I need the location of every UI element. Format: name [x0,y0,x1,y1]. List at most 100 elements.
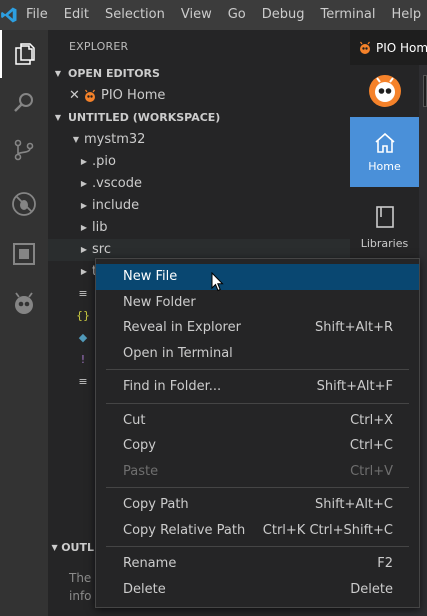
menu-item[interactable]: File [18,0,56,30]
menu-separator [106,487,409,488]
title-bar: File Edit Selection View Go Debug Terminal Help [0,0,427,30]
folder-label: .vscode [92,176,142,191]
vscode-logo-icon [0,0,18,30]
menu-item-shortcut: Shift+Alt+R [315,320,393,335]
folder-item[interactable]: ▶ include [48,195,350,217]
pio-nav-home[interactable]: Home [350,117,419,187]
menu-separator [106,369,409,370]
pio-nav-label: Home [368,159,401,173]
source-control-icon[interactable] [0,126,48,174]
folder-label: include [92,198,140,213]
menu-item-shortcut: Ctrl+C [349,438,393,453]
open-editor-label: PIO Home [101,88,166,103]
file-type-icon: ! [80,353,86,366]
menu-item[interactable]: Help [383,0,427,30]
context-menu-item[interactable]: Copy Relative Path Ctrl+K Ctrl+Shift+C [96,518,419,544]
menu-item-label: Delete [123,581,166,597]
folder-label: .pio [92,154,116,169]
libraries-icon [375,205,394,228]
chevron-right-icon: ▶ [80,157,88,166]
mouse-cursor-icon [211,271,225,292]
menu-item-label: Cut [123,412,146,428]
section-header-label: OUTL [61,541,94,554]
menu-separator [106,546,409,547]
chevron-down-icon: ▼ [51,543,58,552]
context-menu: New File New Folder Reveal in Explorer Shif… [95,258,420,608]
menu-item-label: Paste [123,463,159,479]
pio-search-edge [423,75,427,107]
menu-item-shortcut: Shift+Alt+F [316,379,393,394]
extensions-icon[interactable] [0,230,48,278]
file-type-icon: ◆ [78,331,88,344]
chevron-down-icon: ▼ [54,113,62,122]
menu-item[interactable]: Edit [56,0,97,30]
menu-item-shortcut: Ctrl+V [350,463,393,479]
menu-item-label: Open in Terminal [123,345,233,361]
pio-nav-libraries[interactable]: Libraries [350,187,419,267]
context-menu-item[interactable]: New File [96,264,419,290]
file-type-icon: ≡ [78,287,88,300]
chevron-down-icon: ▼ [54,69,62,78]
context-menu-item[interactable]: Copy Path Shift+Alt+C [96,492,419,518]
menu-item[interactable]: Go [220,0,254,30]
chevron-right-icon: ▶ [80,179,88,188]
outline-message: The info [48,559,94,616]
file-type-icon: {} [76,309,90,322]
menu-item-label: New File [123,269,178,284]
context-menu-item[interactable]: Find in Folder... Shift+Alt+F [96,374,419,400]
context-menu-item[interactable]: Reveal in Explorer Shift+Alt+R [96,315,419,341]
debug-icon[interactable] [0,180,48,228]
section-header-label: UNTITLED (WORKSPACE) [68,111,221,124]
menu-item-shortcut: Ctrl+K Ctrl+Shift+C [262,522,393,538]
outline-section: ▼ OUTL The info [48,537,94,616]
workspace-root-folder[interactable]: ▼ mystm32 [48,129,350,151]
explorer-icon[interactable] [0,30,48,78]
tab-label: PIO Hom [376,40,427,55]
search-icon[interactable] [0,78,48,126]
context-menu-item[interactable]: Rename F2 [96,551,419,577]
menu-item[interactable]: View [173,0,220,30]
close-icon[interactable]: ✕ [69,85,83,107]
outline-text: The [69,571,92,585]
folder-item[interactable]: ▶ lib [48,217,350,239]
platformio-icon[interactable] [0,280,48,328]
context-menu-item[interactable]: Delete Delete [96,577,419,603]
chevron-right-icon: ▶ [80,201,88,210]
menu-item[interactable]: Terminal [313,0,384,30]
menu-item-shortcut: Ctrl+X [350,412,393,428]
menu-item-label: Find in Folder... [123,379,222,394]
menu-item-label: Rename [123,556,177,571]
workspace-header[interactable]: ▼ UNTITLED (WORKSPACE) [48,107,350,129]
menu-item-label: Reveal in Explorer [123,320,241,335]
menu-item[interactable]: Debug [254,0,313,30]
menu-item-shortcut: F2 [377,556,393,571]
context-menu-item[interactable]: Open in Terminal [96,341,419,367]
menu-item[interactable]: Selection [97,0,173,30]
sidebar-title: EXPLORER [69,40,129,53]
pio-logo [350,65,419,117]
menu-separator [106,402,409,404]
menu-item-shortcut: Delete [350,581,393,597]
chevron-down-icon: ▼ [72,135,80,144]
home-icon [374,132,395,153]
open-editor-item[interactable]: ✕ PIO Home [48,85,350,107]
pio-tab-icon [358,41,372,55]
pio-nav: Home Libraries [350,117,419,267]
chevron-right-icon: ▶ [80,267,88,276]
context-menu-item[interactable]: Copy Ctrl+C [96,433,419,459]
folder-item[interactable]: ▶ .pio [48,151,350,173]
context-menu-item[interactable]: New Folder [96,290,419,316]
open-editors-header[interactable]: ▼ OPEN EDITORS [48,63,350,85]
menu-item-label: Copy Path [123,497,189,512]
folder-label: mystm32 [84,132,146,147]
outline-header[interactable]: ▼ OUTL [48,537,94,559]
section-header-label: OPEN EDITORS [68,67,160,80]
folder-item[interactable]: ▶ .vscode [48,173,350,195]
file-type-icon: ≡ [78,375,88,388]
tab-pio-home[interactable]: PIO Hom [350,30,427,65]
context-menu-item[interactable]: Cut Ctrl+X [96,408,419,434]
pio-nav-label: Libraries [360,236,409,250]
chevron-right-icon: ▶ [80,223,88,232]
menu-item-shortcut: Shift+Alt+C [314,497,393,512]
menu-item-label: New Folder [123,294,196,310]
